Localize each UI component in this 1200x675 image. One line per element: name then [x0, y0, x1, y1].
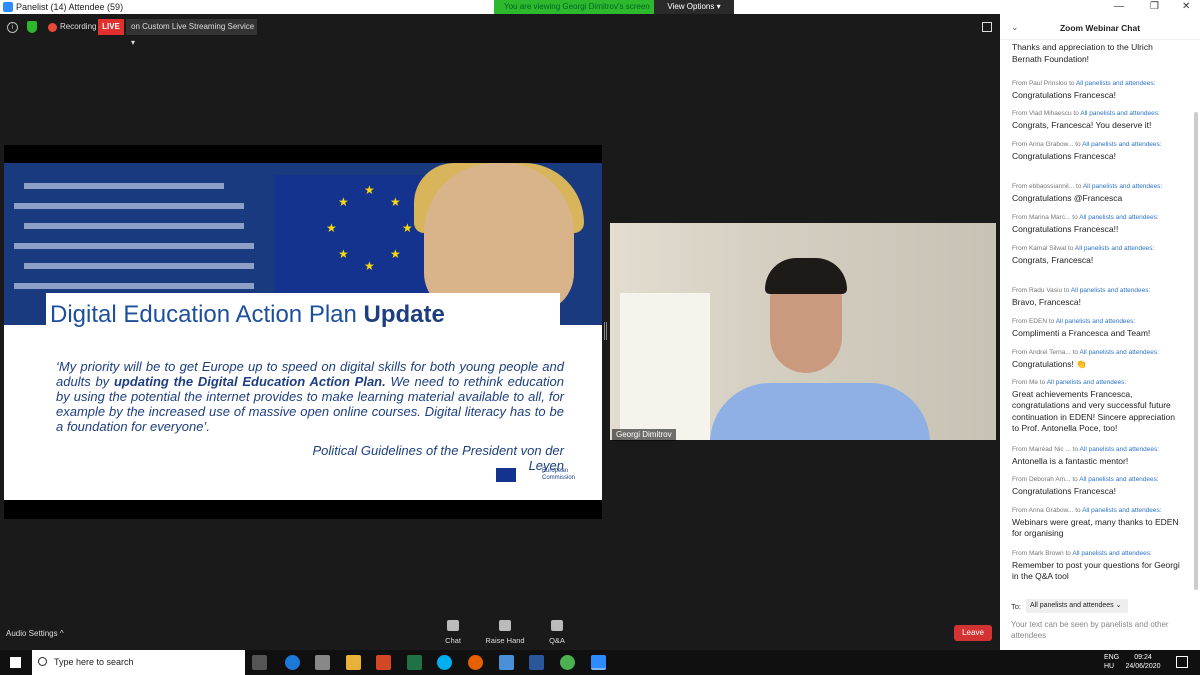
ec-flag-icon [496, 468, 516, 482]
viewing-banner-text: You are viewing Georgi Dimitrov's screen [504, 2, 650, 11]
video-name-label: Georgi Dimitrov [612, 429, 676, 441]
recording-label: Recording [60, 22, 97, 31]
taskbar-search-input[interactable]: Type here to search [32, 650, 245, 675]
firefox-icon[interactable] [468, 655, 483, 670]
excel-icon[interactable] [407, 655, 422, 670]
chat-icon [447, 620, 459, 631]
shield-icon[interactable] [27, 21, 37, 33]
chat-title: Zoom Webinar Chat [1059, 23, 1141, 33]
chat-message: From Me to All panelists and attendees: G… [1012, 379, 1176, 433]
live-service-dropdown[interactable]: on Custom Live Streaming Service ▾ [126, 19, 257, 47]
chat-messages: Thanks and appreciation to the Ulrich Be… [1000, 40, 1194, 602]
powerpoint-icon[interactable] [376, 655, 391, 670]
word-icon[interactable] [529, 655, 544, 670]
raise-hand-button[interactable]: Raise Hand [480, 620, 530, 645]
live-badge: LIVE [98, 19, 124, 35]
chat-to-label: To: [1011, 602, 1022, 611]
chat-message: From Anna Grabow... to All panelists and… [1012, 141, 1162, 161]
chat-recipient-dropdown[interactable]: All panelists and attendees ⌄ [1026, 599, 1128, 613]
chat-message: From Mark Brown to All panelists and att… [1012, 550, 1180, 581]
search-icon [38, 657, 47, 666]
qa-icon [551, 620, 563, 631]
slide-title-box: Digital Education Action Plan Update [46, 293, 560, 343]
chat-message: From Mairéad Nic ... to All panelists an… [1012, 446, 1160, 466]
view-options-button[interactable]: View Options ▾ [654, 0, 734, 14]
slide-title: Digital Education Action Plan Update [50, 301, 445, 328]
restore-button[interactable]: ❐ [1150, 0, 1159, 14]
chat-message: From Deborah Am... to All panelists and … [1012, 476, 1159, 496]
chat-message: From Kamal Silwal to All panelists and a… [1012, 245, 1155, 265]
close-button[interactable]: ✕ [1182, 0, 1190, 14]
chat-button[interactable]: Chat [428, 620, 478, 645]
windows-start-icon[interactable] [10, 657, 21, 668]
chat-scrollbar[interactable] [1194, 112, 1198, 590]
chat-input[interactable]: Your text can be seen by panelists and o… [1011, 619, 1191, 641]
leave-button[interactable]: Leave [954, 625, 992, 641]
chat-panel: ⌄ Zoom Webinar Chat Thanks and appreciat… [1000, 14, 1200, 650]
slide-quote: ‘My priority will be to get Europe up to… [56, 359, 564, 434]
chat-message: From Paul Prinsloo to All panelists and … [1012, 80, 1156, 100]
window-controls: — ❐ ✕ [1000, 0, 1200, 14]
split-view-handle[interactable] [604, 322, 607, 340]
info-icon[interactable]: i [7, 22, 18, 33]
fullscreen-icon[interactable] [982, 22, 992, 32]
meeting-top-bar: i Recording LIVE on Custom Live Streamin… [0, 14, 1000, 47]
chat-message: From Vlad Mihaescu to All panelists and … [1012, 110, 1160, 130]
skype-icon[interactable] [437, 655, 452, 670]
onedrive-icon[interactable] [499, 655, 514, 670]
clock[interactable]: 09:24 24/06/2020 [1124, 653, 1162, 671]
record-icon [48, 23, 57, 32]
minimize-button[interactable]: — [1114, 0, 1124, 14]
european-commission-logo: European Commission [496, 465, 580, 485]
calculator-icon[interactable] [315, 655, 330, 670]
hand-icon [499, 620, 511, 631]
audio-settings-button[interactable]: Audio Settings ^ [6, 629, 64, 638]
zoom-logo-icon [3, 2, 13, 12]
zoom-app-icon[interactable] [591, 655, 606, 670]
viewing-banner: You are viewing Georgi Dimitrov's screen… [494, 0, 734, 14]
chat-message: From Marina Marc... to All panelists and… [1012, 214, 1159, 234]
speaker-photo [424, 163, 574, 313]
chat-header: ⌄ Zoom Webinar Chat [1000, 14, 1200, 40]
chat-message: From Andrei Terna... to All panelists an… [1012, 349, 1159, 369]
chrome-icon[interactable] [560, 655, 575, 670]
chat-message: From Anna Grabow... to All panelists and… [1012, 507, 1179, 538]
chat-message: Thanks and appreciation to the Ulrich Be… [1012, 42, 1153, 64]
task-view-icon[interactable] [252, 655, 267, 670]
file-explorer-icon[interactable] [346, 655, 361, 670]
edge-browser-icon[interactable] [285, 655, 300, 670]
speaker-video [610, 223, 996, 440]
qa-button[interactable]: Q&A [532, 620, 582, 645]
language-indicator[interactable]: ENG HU [1104, 653, 1119, 671]
presentation-slide: ★ ★ ★ ★ ★ ★ ★ ★ Digital Education Action Pla… [4, 163, 602, 500]
notifications-icon[interactable] [1176, 656, 1188, 668]
shared-screen: ★ ★ ★ ★ ★ ★ ★ ★ Digital Education Action Pla… [4, 145, 602, 519]
chat-message: From EDEN to All panelists and attendees… [1012, 318, 1151, 338]
chat-message: From ebbaossiannil... to All panelists a… [1012, 183, 1163, 203]
window-title: Panelist (14) Attendee (59) [16, 2, 124, 12]
chat-message: From Radu Vasiu to All panelists and att… [1012, 287, 1151, 307]
